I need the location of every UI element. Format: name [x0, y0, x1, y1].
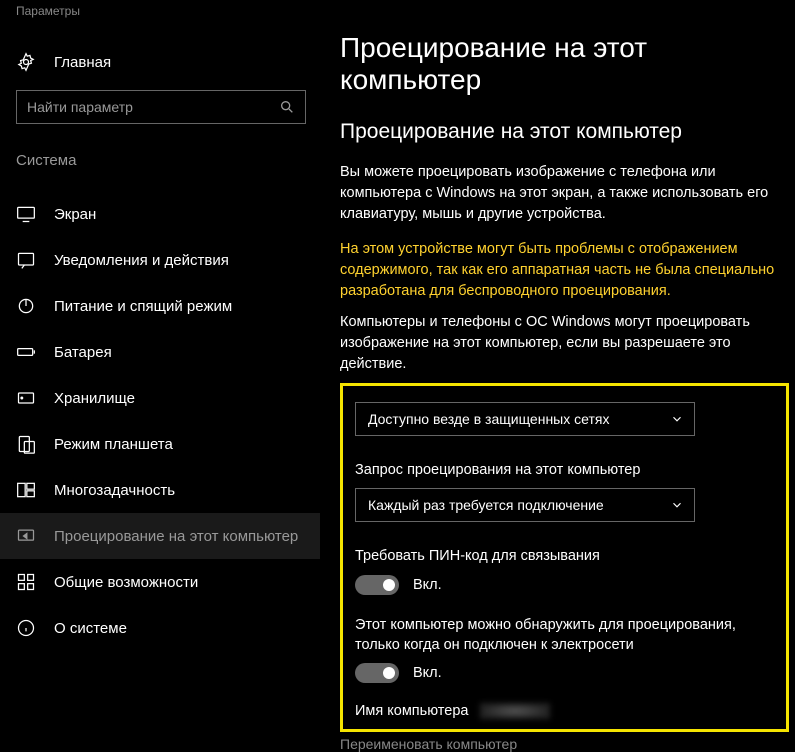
main-content: Проецирование на этот компьютер Проециро…: [320, 20, 795, 752]
monitor-icon: [16, 204, 36, 224]
discover-label: Этот компьютер можно обнаружить для прое…: [355, 615, 774, 664]
sidebar-item-battery[interactable]: Батарея: [16, 329, 320, 375]
section-title: Проецирование на этот компьютер: [340, 120, 789, 162]
search-input[interactable]: [27, 99, 279, 115]
notifications-icon: [16, 250, 36, 270]
pc-name-label: Имя компьютера: [355, 703, 468, 719]
dropdown-value: Доступно везде в защищенных сетях: [368, 411, 609, 427]
dropdown-value: Каждый раз требуется подключение: [368, 497, 604, 513]
sidebar-item-about[interactable]: О системе: [16, 605, 320, 651]
gear-icon: [16, 52, 36, 72]
sidebar-item-label: Многозадачность: [54, 482, 175, 499]
chevron-down-icon: [670, 412, 684, 426]
rename-link[interactable]: Переименовать компьютер: [340, 732, 789, 752]
availability-dropdown[interactable]: Доступно везде в защищенных сетях: [355, 402, 695, 436]
window-title: Параметры: [0, 0, 795, 20]
sidebar-item-label: О системе: [54, 620, 127, 637]
sidebar-item-label: Экран: [54, 206, 96, 223]
permission-text: Компьютеры и телефоны с ОС Windows могут…: [340, 312, 789, 379]
search-box[interactable]: [16, 90, 306, 124]
tablet-icon: [16, 434, 36, 454]
pin-toggle[interactable]: [355, 575, 399, 595]
request-label: Запрос проецирования на этот компьютер: [355, 460, 774, 488]
sidebar-item-multitasking[interactable]: Многозадачность: [16, 467, 320, 513]
sidebar-item-power[interactable]: Питание и спящий режим: [16, 283, 320, 329]
chevron-down-icon: [670, 498, 684, 512]
sidebar-item-notifications[interactable]: Уведомления и действия: [16, 237, 320, 283]
sidebar-item-tablet[interactable]: Режим планшета: [16, 421, 320, 467]
search-icon: [279, 99, 295, 115]
sidebar-item-label: Батарея: [54, 344, 112, 361]
discover-toggle-state: Вкл.: [413, 665, 442, 681]
sidebar-item-label: Уведомления и действия: [54, 252, 229, 269]
shared-icon: [16, 572, 36, 592]
multitasking-icon: [16, 480, 36, 500]
discover-toggle[interactable]: [355, 663, 399, 683]
sidebar-item-projecting[interactable]: Проецирование на этот компьютер: [0, 513, 320, 559]
battery-icon: [16, 342, 36, 362]
sidebar-item-label: Режим планшета: [54, 436, 173, 453]
sidebar-item-label: Питание и спящий режим: [54, 298, 232, 315]
projecting-icon: [16, 526, 36, 546]
info-icon: [16, 618, 36, 638]
pin-label: Требовать ПИН-код для связывания: [355, 546, 774, 574]
power-icon: [16, 296, 36, 316]
highlight-box: Доступно везде в защищенных сетях Запрос…: [340, 383, 789, 732]
home-label: Главная: [54, 54, 111, 71]
sidebar-item-shared[interactable]: Общие возможности: [16, 559, 320, 605]
request-dropdown[interactable]: Каждый раз требуется подключение: [355, 488, 695, 522]
warning-text: На этом устройстве могут быть проблемы с…: [340, 239, 789, 312]
sidebar-item-label: Общие возможности: [54, 574, 198, 591]
page-title: Проецирование на этот компьютер: [340, 32, 789, 120]
category-title: Система: [16, 152, 320, 191]
sidebar-item-label: Проецирование на этот компьютер: [54, 528, 298, 545]
sidebar-item-label: Хранилище: [54, 390, 135, 407]
home-button[interactable]: Главная: [16, 30, 320, 90]
intro-text: Вы можете проецировать изображение с тел…: [340, 162, 789, 239]
sidebar-item-display[interactable]: Экран: [16, 191, 320, 237]
sidebar: Главная Система Экран Уведомления и дейс…: [0, 20, 320, 752]
pc-name-value: [480, 703, 550, 719]
sidebar-item-storage[interactable]: Хранилище: [16, 375, 320, 421]
pin-toggle-state: Вкл.: [413, 577, 442, 593]
storage-icon: [16, 388, 36, 408]
